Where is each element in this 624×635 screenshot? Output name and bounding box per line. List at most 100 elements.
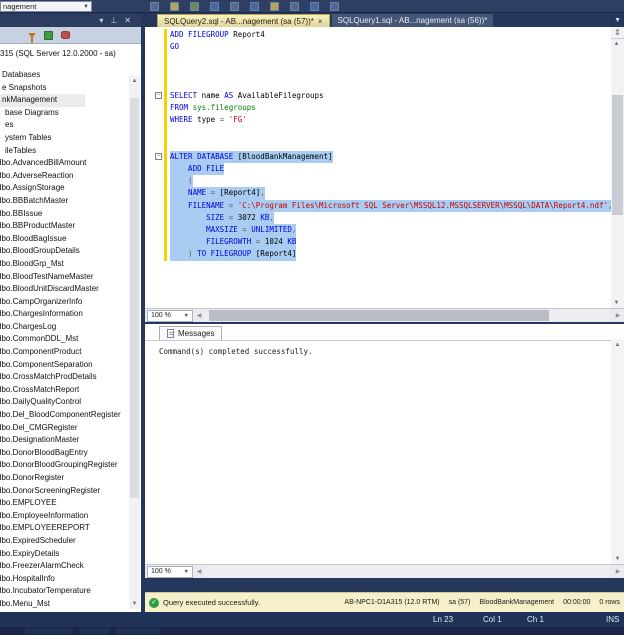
code-line[interactable]: FILENAME = 'C:\Program Files\Microsoft S… (155, 199, 611, 212)
code-line[interactable] (155, 65, 611, 78)
tree-item[interactable]: dbo.EmployeeInformation (0, 510, 141, 523)
messages-scrollbar[interactable]: ▲ ▼ (611, 340, 624, 564)
collapse-icon[interactable]: − (155, 91, 162, 99)
tree-item[interactable]: dbo.IncubatorTemperature (0, 585, 141, 598)
toolbar-icon-fragment[interactable] (250, 2, 259, 11)
editor-vertical-scrollbar[interactable]: ⇕ ▲ ▼ (611, 27, 624, 308)
code-line[interactable]: GO (155, 41, 611, 54)
tree-item[interactable]: dbo.AssignStorage (0, 182, 141, 195)
code-line[interactable]: MAXSIZE = UNLIMITED, (155, 224, 611, 237)
toolbar-icon-fragment[interactable] (310, 2, 319, 11)
editor-zoom-control[interactable]: 100 % ▼ (147, 309, 193, 322)
tree-item[interactable]: dbo.Del_BloodComponentRegister (0, 409, 141, 422)
messages-horizontal-scrollbar[interactable]: 100 % ▼ ◀ ▶ (145, 564, 624, 578)
tree-item[interactable]: dbo.Del_CMGRegister (0, 422, 141, 435)
collapse-icon[interactable]: − (155, 152, 162, 160)
code-line[interactable] (155, 77, 611, 90)
scroll-right-icon[interactable]: ▶ (612, 312, 624, 319)
tree-item[interactable]: dbo.BloodTestNameMaster (0, 271, 141, 284)
scroll-up-icon[interactable]: ▲ (129, 76, 140, 86)
toolbar-icon-fragment[interactable] (290, 2, 299, 11)
tree-item[interactable]: e Snapshots (0, 82, 141, 95)
tree-item[interactable]: dbo.CrossMatchProdDetails (0, 371, 141, 384)
tree-item[interactable]: base Diagrams (0, 107, 141, 120)
code-line[interactable]: NAME = [Report4], (155, 187, 611, 200)
tree-item[interactable]: dbo.ChargesLog (0, 321, 141, 334)
toolbar-icon-fragment[interactable] (190, 2, 199, 11)
tree-item[interactable]: es (0, 119, 141, 132)
tree-item[interactable]: dbo.ExpiryDetails (0, 548, 141, 561)
scroll-down-icon[interactable]: ▼ (611, 554, 624, 564)
tab-messages[interactable]: Messages (159, 326, 223, 340)
tree-scrollbar[interactable]: ▲ ▼ (129, 76, 140, 609)
code-line[interactable]: WHERE type = 'FG' (155, 114, 611, 127)
scroll-up-icon[interactable]: ▲ (611, 39, 622, 49)
tree-item[interactable]: dbo.Menu_Mst (0, 598, 141, 611)
scroll-right-icon[interactable]: ▶ (612, 568, 624, 575)
tab-sqlquery1[interactable]: SQLQuery1.sql - AB...nagement (sa (56))* (331, 14, 494, 27)
toolbar-icon-fragment[interactable] (170, 2, 179, 11)
tree-item[interactable]: dbo.DesignationMaster (0, 434, 141, 447)
scrollbar-track[interactable] (205, 566, 610, 577)
code-editor[interactable]: ADD FILEGROUP Report4 GO − SELECT name AS A… (145, 27, 611, 308)
tree-item[interactable]: dbo.CommonDDL_Mst (0, 333, 141, 346)
filter-icon[interactable] (28, 32, 36, 43)
scroll-up-icon[interactable]: ▲ (611, 340, 624, 350)
code-line[interactable]: − ALTER DATABASE [BloodBankManagement] (155, 150, 611, 164)
tree-item[interactable]: ileTables (0, 145, 141, 158)
tree-item[interactable]: dbo.DailyQualityControl (0, 396, 141, 409)
tree-item[interactable]: dbo.EMPLOYEEREPORT (0, 522, 141, 535)
code-line[interactable]: FILEGROWTH = 1024 KB (155, 236, 611, 249)
scrollbar-track[interactable] (205, 310, 610, 321)
tab-list-chevron-icon[interactable]: ▼ (614, 17, 621, 24)
tree-item[interactable]: dbo.ExpiredScheduler (0, 535, 141, 548)
code-line[interactable]: ) TO FILEGROUP [Report4] (155, 248, 611, 261)
tree-item[interactable]: nkManagement (0, 94, 85, 107)
tree-item[interactable]: dbo.BloodUnitDiscardMaster (0, 283, 141, 296)
database-combobox[interactable]: nagement ▼ (0, 1, 92, 12)
toolbar-icon-fragment[interactable] (230, 2, 239, 11)
code-line[interactable]: − SELECT name AS AvailableFilegroups (155, 89, 611, 103)
tree-item[interactable]: dbo.BBProductMaster (0, 220, 141, 233)
tree-item[interactable]: dbo.BBIssue (0, 208, 141, 221)
scroll-left-icon[interactable]: ◀ (193, 568, 205, 575)
code-line[interactable]: ADD FILEGROUP Report4 (155, 29, 611, 42)
tree-item-server[interactable]: 315 (SQL Server 12.0.2000 - sa) (0, 47, 141, 60)
tree-item[interactable]: dbo.ComponentSeparation (0, 359, 141, 372)
scroll-left-icon[interactable]: ◀ (193, 312, 205, 319)
tree-item[interactable]: dbo.CrossMatchReport (0, 384, 141, 397)
scroll-down-icon[interactable]: ▼ (611, 298, 622, 308)
pin-icon[interactable]: ⊥ (110, 16, 117, 25)
toolbar-icon-fragment[interactable] (330, 2, 339, 11)
tree-item[interactable]: dbo.HospitalInfo (0, 573, 141, 586)
code-line[interactable]: ( (155, 175, 611, 188)
scroll-down-icon[interactable]: ▼ (129, 599, 140, 609)
tree-item[interactable]: dbo.DonorRegister (0, 472, 141, 485)
toolbar-icon-fragment[interactable] (150, 2, 159, 11)
scrollbar-thumb[interactable] (612, 95, 623, 215)
tree-item[interactable]: dbo.BloodBagIssue (0, 233, 141, 246)
tree-item[interactable]: dbo.CampOrganizerInfo (0, 296, 141, 309)
code-line[interactable] (155, 126, 611, 139)
tree-item[interactable]: dbo.EMPLOYEE (0, 497, 141, 510)
pane-menu-icon[interactable]: ▾ (99, 16, 103, 25)
code-line[interactable]: SIZE = 3072 KB, (155, 211, 611, 224)
tree-item[interactable]: ystem Tables (0, 132, 141, 145)
tree-item[interactable]: dbo.AdvancedBillAmount (0, 157, 141, 170)
close-icon[interactable]: ✕ (124, 16, 131, 25)
disconnect-icon[interactable] (61, 31, 70, 39)
splitter-grip-icon[interactable]: ⇕ (611, 27, 624, 39)
editor-horizontal-scrollbar[interactable]: 100 % ▼ ◀ ▶ (145, 308, 624, 322)
tree-item[interactable]: dbo.DonorScreeningRegister (0, 485, 141, 498)
tree-item[interactable]: dbo.DonorBloodBagEntry (0, 447, 141, 460)
tree-item[interactable]: dbo.BloodGroupDetails (0, 245, 141, 258)
scrollbar-thumb[interactable] (209, 310, 549, 321)
refresh-icon[interactable] (44, 30, 53, 40)
tree-item[interactable]: dbo.ChargesInformation (0, 308, 141, 321)
toolbar-icon-fragment[interactable] (270, 2, 279, 11)
tree-item[interactable]: dbo.BBBatchMaster (0, 195, 141, 208)
tree-item[interactable]: dbo.ComponentProduct (0, 346, 141, 359)
tab-sqlquery2[interactable]: SQLQuery2.sql - AB...nagement (sa (57))*… (157, 14, 330, 27)
code-line[interactable]: FROM sys.filegroups (155, 102, 611, 115)
code-line[interactable]: ADD FILE (155, 163, 611, 176)
